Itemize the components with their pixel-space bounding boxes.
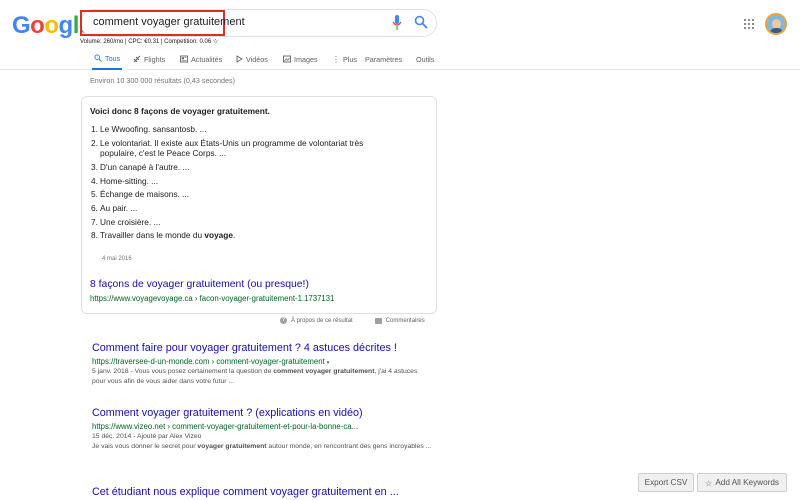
list-number: 1. <box>91 124 98 134</box>
tab-plus[interactable]: ⋮ Plus <box>332 48 357 70</box>
result-url[interactable]: https://www.vizeo.net › comment-voyager-… <box>92 422 432 431</box>
list-number: 3. <box>91 161 98 172</box>
more-icon: ⋮ <box>332 54 340 64</box>
help-icon[interactable]: ? <box>280 317 287 324</box>
result-title[interactable]: Comment faire pour voyager gratuitement … <box>92 342 432 354</box>
avatar[interactable] <box>765 13 787 35</box>
snippet-link-url[interactable]: https://www.voyagevoyage.ca › facon-voya… <box>90 294 334 303</box>
list-item: 2. Le volontariat. Il existe aux États-Un… <box>91 138 391 159</box>
list-text: Home-sitting. ... <box>100 175 159 186</box>
result-title[interactable]: Comment voyager gratuitement ? (explicat… <box>92 407 432 419</box>
desc-bold: comment voyager gratuitement <box>273 368 375 375</box>
snippet-link-title[interactable]: 8 façons de voyager gratuitement (ou pre… <box>90 279 309 290</box>
list-item: 6. Au pair. ... <box>91 203 391 214</box>
tab-label: Outils <box>416 54 435 64</box>
button-label: Export CSV <box>644 478 688 487</box>
tab-images[interactable]: Images <box>283 48 318 70</box>
button-label: Add All Keywords <box>715 478 780 487</box>
list-item: 5. Échange de maisons. ... <box>91 189 391 200</box>
tab-label: Images <box>294 54 318 64</box>
desc-start: 5 janv. 2018 - Vous vous posez certainem… <box>92 368 274 375</box>
add-all-keywords-button[interactable]: ☆ Add All Keywords <box>697 473 787 492</box>
avatar-body <box>769 28 784 33</box>
snippet-footer: ? À propos de ce résultat Commentaires <box>280 317 425 324</box>
tab-videos[interactable]: Vidéos <box>235 48 268 70</box>
result-description: 5 janv. 2018 - Vous vous posez certainem… <box>92 367 432 387</box>
tab-label: Vidéos <box>246 54 268 64</box>
list-text-end: . <box>232 230 236 241</box>
list-text: D'un canapé à l'autre. ... <box>100 161 190 172</box>
result-title[interactable]: Cet étudiant nous explique comment voyag… <box>92 486 432 498</box>
search-icon <box>94 54 102 62</box>
about-result-link[interactable]: À propos de ce résultat <box>291 318 353 324</box>
keyword-stats: Volume: 260/mo | CPC: €0.31 | Competitio… <box>80 39 219 45</box>
result-description: Je vais vous donner le secret pour voyag… <box>92 442 432 452</box>
video-icon <box>236 55 243 63</box>
logo-letter: g <box>58 12 74 39</box>
tab-label: Actualités <box>191 54 223 64</box>
star-icon: ☆ <box>704 478 713 488</box>
result-url-text: https://traversee-d-un-monde.com › comme… <box>92 357 325 366</box>
list-text: Au pair. ... <box>100 202 138 213</box>
list-number: 8. <box>91 230 98 241</box>
snippet-heading: Voici donc 8 façons de voyager gratuitem… <box>90 106 270 116</box>
desc-bold: voyager gratuitement <box>197 443 267 450</box>
list-item: 4. Home-sitting. ... <box>91 176 391 187</box>
list-item: 3. D'un canapé à l'autre. ... <box>91 162 391 173</box>
list-item: 1. Le Wwoofing. sansantosb. ... <box>91 124 391 135</box>
microphone-icon[interactable] <box>392 15 402 31</box>
snippet-date: 4 mai 2016 <box>102 256 132 262</box>
list-item: 7. Une croisière. ... <box>91 217 391 228</box>
comments-link[interactable]: Commentaires <box>386 318 425 324</box>
tab-label: Flights <box>144 54 166 64</box>
desc-end: autour monde, en rencontrant des gens in… <box>266 443 432 450</box>
tab-tous[interactable]: Tous <box>92 48 123 70</box>
tab-actualites[interactable]: Actualités <box>180 48 222 70</box>
apps-grid-icon[interactable] <box>744 19 754 29</box>
search-result: Comment voyager gratuitement ? (explicat… <box>92 407 432 452</box>
list-text: Le Wwoofing. sansantosb. ... <box>100 124 207 134</box>
logo-letter: o <box>44 12 59 39</box>
plane-icon <box>133 55 141 63</box>
list-text: Le volontariat. Il existe aux États-Unis… <box>100 137 364 159</box>
list-item: 8. Travailler dans le monde du voyage. <box>91 230 391 241</box>
result-stats: Environ 10 300 000 résultats (0,43 secon… <box>90 76 236 85</box>
tab-label: Tous <box>105 53 121 63</box>
list-text-start: Travailler dans le monde du <box>100 230 205 241</box>
tab-label: Plus <box>343 54 357 64</box>
search-tabs: Tous Flights Actualités Vidéos Images ⋮ … <box>0 48 800 70</box>
news-icon <box>180 55 188 63</box>
list-text: Échange de maisons. ... <box>100 189 190 200</box>
search-icon[interactable] <box>414 15 428 29</box>
logo-letter: G <box>12 12 31 39</box>
list-number: 7. <box>91 216 98 227</box>
tab-parametres[interactable]: Paramètres <box>365 48 402 70</box>
list-text: Travailler dans le monde du voyage. <box>100 230 235 241</box>
chevron-down-icon[interactable]: ▾ <box>327 360 330 366</box>
tab-flights[interactable]: Flights <box>133 48 165 70</box>
list-number: 5. <box>91 189 98 200</box>
comment-icon[interactable] <box>374 317 382 324</box>
list-number: 4. <box>91 175 98 186</box>
result-meta: 15 déc. 2014 - Ajouté par Alex Vizeo <box>92 433 202 440</box>
list-text-bold: voyage <box>204 230 233 241</box>
tab-label: Paramètres <box>365 54 403 64</box>
search-result: Comment faire pour voyager gratuitement … <box>92 342 432 387</box>
search-result: Cet étudiant nous explique comment voyag… <box>92 486 432 498</box>
list-number: 6. <box>91 202 98 213</box>
export-csv-button[interactable]: Export CSV <box>638 473 694 492</box>
logo-letter: o <box>30 12 45 39</box>
list-number: 2. <box>91 137 98 148</box>
list-text: Une croisière. ... <box>100 216 161 227</box>
desc-start: Je vais vous donner le secret pour <box>92 443 198 450</box>
search-input[interactable]: comment voyager gratuitement <box>93 16 245 28</box>
tab-outils[interactable]: Outils <box>416 48 434 70</box>
snippet-list: 1. Le Wwoofing. sansantosb. ... 2. Le volo… <box>91 124 391 244</box>
image-icon <box>283 55 291 63</box>
result-url[interactable]: https://traversee-d-un-monde.com › comme… <box>92 357 432 366</box>
